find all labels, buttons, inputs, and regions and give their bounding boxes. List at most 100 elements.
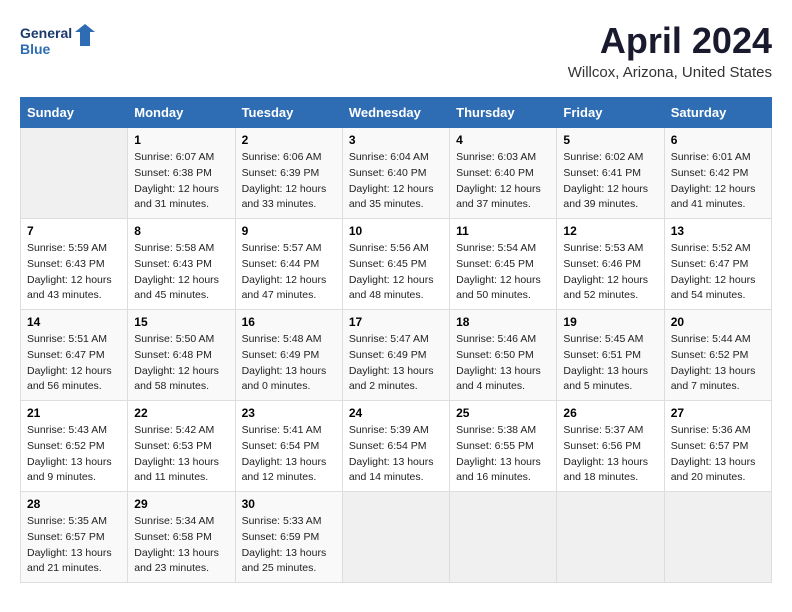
calendar-cell: 10 Sunrise: 5:56 AMSunset: 6:45 PMDayligh…: [342, 219, 449, 310]
day-info: Sunrise: 6:06 AMSunset: 6:39 PMDaylight:…: [242, 150, 336, 213]
day-number: 16: [242, 315, 336, 329]
calendar-cell: 22 Sunrise: 5:42 AMSunset: 6:53 PMDayligh…: [128, 401, 235, 492]
calendar-cell: 26 Sunrise: 5:37 AMSunset: 6:56 PMDayligh…: [557, 401, 664, 492]
day-info: Sunrise: 5:57 AMSunset: 6:44 PMDaylight:…: [242, 241, 336, 304]
header-day-wednesday: Wednesday: [342, 98, 449, 128]
day-number: 15: [134, 315, 228, 329]
calendar-cell: 25 Sunrise: 5:38 AMSunset: 6:55 PMDayligh…: [450, 401, 557, 492]
calendar-cell: 11Sunrise: 5:54 AMSunset: 6:45 PMDayligh…: [450, 219, 557, 310]
header-day-saturday: Saturday: [664, 98, 771, 128]
calendar-cell: 14Sunrise: 5:51 AMSunset: 6:47 PMDayligh…: [21, 310, 128, 401]
calendar-cell: 4 Sunrise: 6:03 AMSunset: 6:40 PMDaylight…: [450, 128, 557, 219]
day-number: 11: [456, 224, 550, 238]
header-row: SundayMondayTuesdayWednesdayThursdayFrid…: [21, 98, 772, 128]
day-info: Sunrise: 5:34 AMSunset: 6:58 PMDaylight:…: [134, 514, 228, 577]
day-info: Sunrise: 5:51 AMSunset: 6:47 PMDaylight:…: [27, 332, 121, 395]
day-info: Sunrise: 5:58 AMSunset: 6:43 PMDaylight:…: [134, 241, 228, 304]
calendar-cell: 29 Sunrise: 5:34 AMSunset: 6:58 PMDayligh…: [128, 492, 235, 583]
day-number: 19: [563, 315, 657, 329]
day-info: Sunrise: 6:07 AMSunset: 6:38 PMDaylight:…: [134, 150, 228, 213]
header-day-thursday: Thursday: [450, 98, 557, 128]
day-info: Sunrise: 5:39 AMSunset: 6:54 PMDaylight:…: [349, 423, 443, 486]
day-info: Sunrise: 5:38 AMSunset: 6:55 PMDaylight:…: [456, 423, 550, 486]
header-day-sunday: Sunday: [21, 98, 128, 128]
calendar-cell: 2 Sunrise: 6:06 AMSunset: 6:39 PMDaylight…: [235, 128, 342, 219]
day-info: Sunrise: 5:56 AMSunset: 6:45 PMDaylight:…: [349, 241, 443, 304]
logo-svg: General Blue: [20, 20, 100, 64]
subtitle: Willcox, Arizona, United States: [568, 64, 772, 81]
day-number: 20: [671, 315, 765, 329]
calendar-cell: 8Sunrise: 5:58 AMSunset: 6:43 PMDaylight…: [128, 219, 235, 310]
calendar-week-5: 28 Sunrise: 5:35 AMSunset: 6:57 PMDayligh…: [21, 492, 772, 583]
calendar-cell: 20 Sunrise: 5:44 AMSunset: 6:52 PMDayligh…: [664, 310, 771, 401]
page-header: General Blue April 2024 Willcox, Arizona…: [20, 20, 772, 81]
calendar-cell: 13 Sunrise: 5:52 AMSunset: 6:47 PMDayligh…: [664, 219, 771, 310]
day-info: Sunrise: 5:37 AMSunset: 6:56 PMDaylight:…: [563, 423, 657, 486]
calendar-body: 1 Sunrise: 6:07 AMSunset: 6:38 PMDaylight…: [21, 128, 772, 583]
day-info: Sunrise: 5:45 AMSunset: 6:51 PMDaylight:…: [563, 332, 657, 395]
day-number: 7: [27, 224, 121, 238]
calendar-cell: 16 Sunrise: 5:48 AMSunset: 6:49 PMDayligh…: [235, 310, 342, 401]
day-number: 9: [242, 224, 336, 238]
day-number: 23: [242, 406, 336, 420]
day-info: Sunrise: 5:53 AMSunset: 6:46 PMDaylight:…: [563, 241, 657, 304]
day-info: Sunrise: 6:04 AMSunset: 6:40 PMDaylight:…: [349, 150, 443, 213]
day-number: 28: [27, 497, 121, 511]
calendar-week-3: 14Sunrise: 5:51 AMSunset: 6:47 PMDayligh…: [21, 310, 772, 401]
header-day-friday: Friday: [557, 98, 664, 128]
day-info: Sunrise: 5:42 AMSunset: 6:53 PMDaylight:…: [134, 423, 228, 486]
day-info: Sunrise: 5:59 AMSunset: 6:43 PMDaylight:…: [27, 241, 121, 304]
calendar-cell: 21Sunrise: 5:43 AMSunset: 6:52 PMDayligh…: [21, 401, 128, 492]
day-number: 3: [349, 133, 443, 147]
day-number: 1: [134, 133, 228, 147]
svg-text:General: General: [20, 25, 72, 41]
title-block: April 2024 Willcox, Arizona, United Stat…: [568, 20, 772, 81]
day-info: Sunrise: 5:48 AMSunset: 6:49 PMDaylight:…: [242, 332, 336, 395]
day-number: 22: [134, 406, 228, 420]
calendar-cell: 24 Sunrise: 5:39 AMSunset: 6:54 PMDayligh…: [342, 401, 449, 492]
day-number: 12: [563, 224, 657, 238]
day-number: 29: [134, 497, 228, 511]
calendar-week-4: 21Sunrise: 5:43 AMSunset: 6:52 PMDayligh…: [21, 401, 772, 492]
day-info: Sunrise: 5:35 AMSunset: 6:57 PMDaylight:…: [27, 514, 121, 577]
calendar-cell: [664, 492, 771, 583]
calendar-cell: 1 Sunrise: 6:07 AMSunset: 6:38 PMDaylight…: [128, 128, 235, 219]
day-info: Sunrise: 5:47 AMSunset: 6:49 PMDaylight:…: [349, 332, 443, 395]
calendar-cell: 3 Sunrise: 6:04 AMSunset: 6:40 PMDaylight…: [342, 128, 449, 219]
day-number: 24: [349, 406, 443, 420]
calendar-cell: 30Sunrise: 5:33 AMSunset: 6:59 PMDayligh…: [235, 492, 342, 583]
calendar-cell: 9 Sunrise: 5:57 AMSunset: 6:44 PMDaylight…: [235, 219, 342, 310]
day-number: 5: [563, 133, 657, 147]
day-info: Sunrise: 6:02 AMSunset: 6:41 PMDaylight:…: [563, 150, 657, 213]
day-number: 26: [563, 406, 657, 420]
calendar-cell: 27Sunrise: 5:36 AMSunset: 6:57 PMDayligh…: [664, 401, 771, 492]
calendar-cell: 17 Sunrise: 5:47 AMSunset: 6:49 PMDayligh…: [342, 310, 449, 401]
day-info: Sunrise: 5:36 AMSunset: 6:57 PMDaylight:…: [671, 423, 765, 486]
calendar-cell: 7 Sunrise: 5:59 AMSunset: 6:43 PMDaylight…: [21, 219, 128, 310]
calendar-cell: 19 Sunrise: 5:45 AMSunset: 6:51 PMDayligh…: [557, 310, 664, 401]
svg-text:Blue: Blue: [20, 41, 51, 57]
day-info: Sunrise: 5:44 AMSunset: 6:52 PMDaylight:…: [671, 332, 765, 395]
day-info: Sunrise: 6:03 AMSunset: 6:40 PMDaylight:…: [456, 150, 550, 213]
day-number: 13: [671, 224, 765, 238]
day-number: 17: [349, 315, 443, 329]
calendar-header: SundayMondayTuesdayWednesdayThursdayFrid…: [21, 98, 772, 128]
day-info: Sunrise: 5:41 AMSunset: 6:54 PMDaylight:…: [242, 423, 336, 486]
calendar-cell: 18Sunrise: 5:46 AMSunset: 6:50 PMDayligh…: [450, 310, 557, 401]
day-number: 25: [456, 406, 550, 420]
calendar-cell: 6 Sunrise: 6:01 AMSunset: 6:42 PMDaylight…: [664, 128, 771, 219]
calendar-cell: 15 Sunrise: 5:50 AMSunset: 6:48 PMDayligh…: [128, 310, 235, 401]
calendar-week-2: 7 Sunrise: 5:59 AMSunset: 6:43 PMDaylight…: [21, 219, 772, 310]
calendar-cell: 5 Sunrise: 6:02 AMSunset: 6:41 PMDaylight…: [557, 128, 664, 219]
calendar-cell: [21, 128, 128, 219]
calendar-week-1: 1 Sunrise: 6:07 AMSunset: 6:38 PMDaylight…: [21, 128, 772, 219]
day-number: 2: [242, 133, 336, 147]
day-info: Sunrise: 5:52 AMSunset: 6:47 PMDaylight:…: [671, 241, 765, 304]
day-info: Sunrise: 6:01 AMSunset: 6:42 PMDaylight:…: [671, 150, 765, 213]
day-number: 4: [456, 133, 550, 147]
header-day-monday: Monday: [128, 98, 235, 128]
day-number: 10: [349, 224, 443, 238]
day-info: Sunrise: 5:46 AMSunset: 6:50 PMDaylight:…: [456, 332, 550, 395]
day-info: Sunrise: 5:50 AMSunset: 6:48 PMDaylight:…: [134, 332, 228, 395]
day-number: 6: [671, 133, 765, 147]
